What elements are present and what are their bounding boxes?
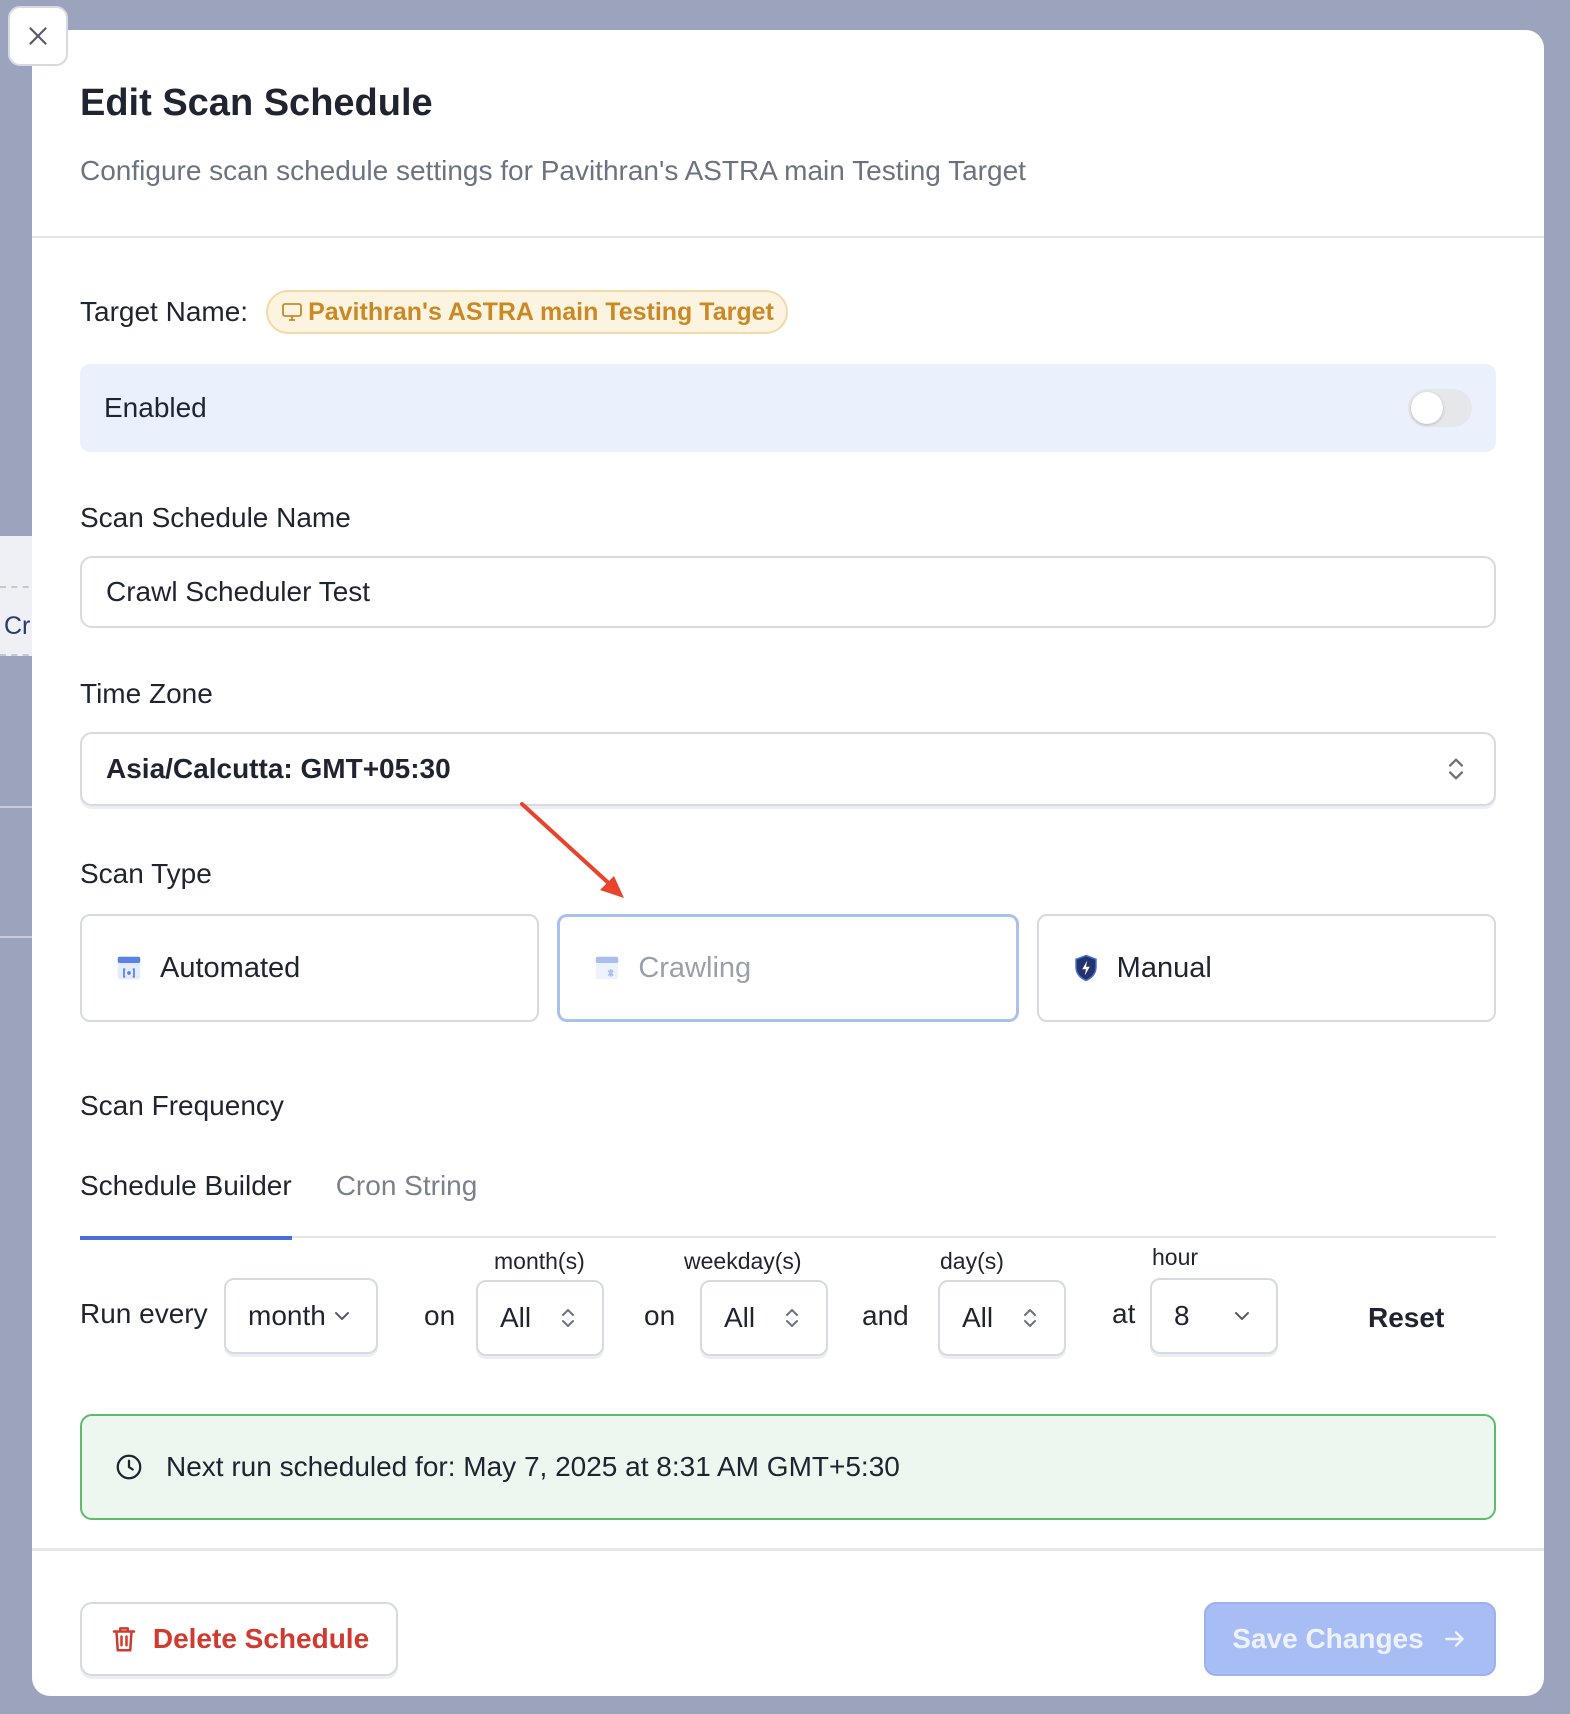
close-icon <box>29 27 47 45</box>
scan-frequency-tabs: Schedule Builder Cron String <box>80 1142 1496 1240</box>
delete-schedule-button[interactable]: Delete Schedule <box>80 1602 398 1676</box>
period-value: month <box>248 1300 326 1331</box>
close-modal-button[interactable] <box>8 6 68 66</box>
scan-type-options: Automated Crawling Manual <box>80 914 1496 1022</box>
schedule-builder: Run every month on month(s) All on weekd… <box>80 1244 1496 1368</box>
save-changes-label: Save Changes <box>1232 1623 1424 1654</box>
weekdays-caption: weekday(s) <box>684 1248 802 1274</box>
scan-type-crawling[interactable]: Crawling <box>557 914 1019 1022</box>
on-text: on <box>644 1300 676 1331</box>
enabled-toggle[interactable] <box>1408 389 1472 427</box>
scan-frequency-label: Scan Frequency <box>80 1090 284 1121</box>
next-run-banner: Next run scheduled for: May 7, 2025 at 8… <box>80 1414 1496 1520</box>
footer-divider <box>32 1548 1544 1551</box>
weekdays-value: All <box>724 1302 756 1333</box>
days-select[interactable]: All <box>938 1280 1066 1356</box>
toggle-knob <box>1411 392 1443 424</box>
schedule-name-label: Scan Schedule Name <box>80 502 351 533</box>
reset-button[interactable]: Reset <box>1368 1302 1444 1334</box>
time-zone-select[interactable]: Asia/Calcutta: GMT+05:30 <box>80 732 1496 806</box>
target-name-label: Target Name: <box>80 296 249 327</box>
scan-type-label-automated: Automated <box>160 951 301 984</box>
period-select[interactable]: month <box>224 1278 378 1354</box>
target-name-row: Target Name: Pavithran's ASTRA main Test… <box>80 286 1496 338</box>
background-text-fragment: Cr <box>4 612 31 640</box>
target-name-value: Pavithran's ASTRA main Testing Target <box>308 297 774 326</box>
scan-type-automated[interactable]: Automated <box>80 914 540 1022</box>
clock-icon <box>116 1454 142 1480</box>
enabled-label: Enabled <box>104 392 207 423</box>
days-value: All <box>962 1302 994 1333</box>
time-zone-label: Time Zone <box>80 678 213 709</box>
months-value: All <box>500 1302 532 1333</box>
at-text: at <box>1112 1298 1136 1329</box>
tab-schedule-builder[interactable]: Schedule Builder <box>80 1142 292 1240</box>
chevron-down-icon <box>335 1312 349 1320</box>
hour-caption: hour <box>1152 1244 1199 1270</box>
chevron-up-down-icon <box>1024 1309 1036 1327</box>
scan-type-manual[interactable]: Manual <box>1036 914 1496 1022</box>
target-name-pill: Pavithran's ASTRA main Testing Target <box>266 290 788 334</box>
arrow-right-icon <box>1444 1631 1464 1647</box>
save-changes-button[interactable]: Save Changes <box>1204 1602 1496 1676</box>
and-text: and <box>862 1300 909 1331</box>
chevron-down-icon <box>1235 1312 1249 1320</box>
automated-scan-icon <box>117 956 141 980</box>
run-every-text: Run every <box>80 1298 208 1329</box>
modal-header: Edit Scan Schedule Configure scan schedu… <box>32 30 1544 238</box>
months-select[interactable]: All <box>476 1280 604 1356</box>
scan-type-label-manual: Manual <box>1116 951 1212 984</box>
chevron-up-down-icon <box>786 1309 798 1327</box>
delete-schedule-label: Delete Schedule <box>152 1623 370 1654</box>
time-zone-value: Asia/Calcutta: GMT+05:30 <box>106 753 451 784</box>
enabled-setting: Enabled <box>80 364 1496 452</box>
modal-subtitle: Configure scan schedule settings for Pav… <box>80 155 1026 186</box>
months-caption: month(s) <box>494 1248 585 1274</box>
next-run-text: Next run scheduled for: May 7, 2025 at 8… <box>166 1451 900 1482</box>
on-text: on <box>424 1300 456 1331</box>
trash-icon <box>112 1627 136 1652</box>
hour-select[interactable]: 8 <box>1150 1278 1278 1354</box>
crawling-scan-icon <box>596 956 619 980</box>
days-caption: day(s) <box>940 1248 1004 1274</box>
tab-cron-string[interactable]: Cron String <box>336 1142 478 1238</box>
modal-title: Edit Scan Schedule <box>80 82 433 124</box>
scan-type-label-crawling: Crawling <box>638 951 752 984</box>
chevron-up-down-icon <box>562 1309 574 1327</box>
edit-scan-schedule-modal: Edit Scan Schedule Configure scan schedu… <box>32 30 1544 1696</box>
scan-type-label: Scan Type <box>80 858 212 889</box>
weekdays-select[interactable]: All <box>700 1280 828 1356</box>
hour-value: 8 <box>1174 1300 1190 1331</box>
chevron-up-down-icon <box>1449 758 1463 780</box>
shield-bolt-icon <box>1074 954 1097 982</box>
monitor-icon <box>282 303 302 321</box>
schedule-name-input[interactable]: Crawl Scheduler Test <box>80 556 1496 628</box>
schedule-name-value: Crawl Scheduler Test <box>106 576 371 607</box>
